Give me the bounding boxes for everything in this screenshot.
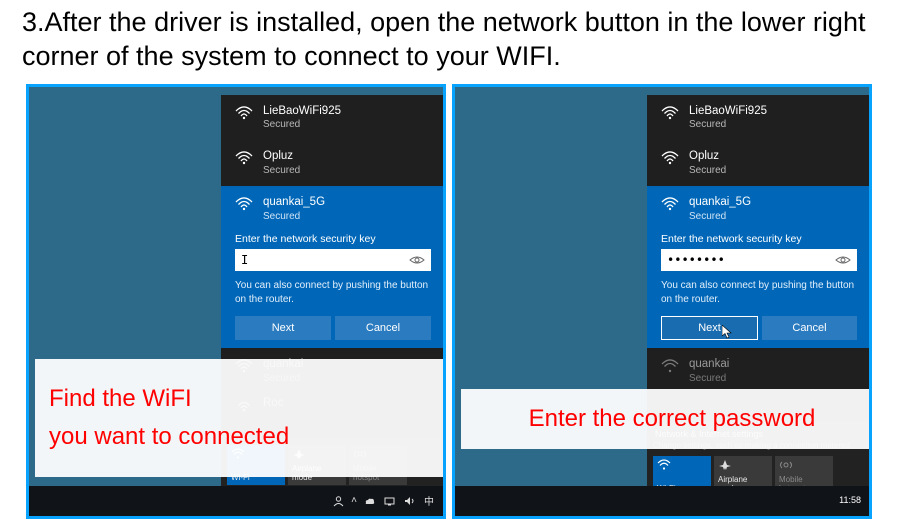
clock-time: 11:58 — [443, 491, 446, 501]
wifi-ssid: Opluz — [689, 149, 726, 164]
tray-ime-icon[interactable]: 中 — [423, 494, 437, 508]
caption-line2: you want to connected — [49, 418, 443, 455]
taskbar: 11:58 — [455, 486, 869, 516]
right-screenshot: LieBaoWiFi925 Secured Opluz Secured — [452, 84, 872, 519]
clock-date: 2019/5/17 — [443, 501, 446, 511]
tray-people-icon[interactable] — [331, 494, 345, 508]
taskbar: ˄ 中 11:58 2019/5/17 — [29, 486, 446, 516]
wifi-ssid: quankai_5G — [263, 195, 325, 210]
password-prompt: Enter the network security key — [235, 233, 431, 245]
wifi-ssid: Opluz — [263, 149, 300, 164]
wifi-entry-opluz[interactable]: Opluz Secured — [221, 140, 443, 186]
caption-overlay: Enter the correct password — [461, 389, 869, 449]
taskbar-clock[interactable]: 11:58 — [839, 496, 865, 506]
wifi-entry-opluz[interactable]: Opluz Secured — [647, 140, 869, 186]
wifi-entry-liebao[interactable]: LieBaoWiFi925 Secured — [647, 95, 869, 141]
next-button[interactable]: Next — [661, 316, 758, 340]
wifi-secured: Secured — [263, 118, 341, 131]
password-prompt: Enter the network security key — [661, 233, 857, 245]
wifi-secured: Secured — [689, 210, 751, 223]
wifi-ssid: quankai — [689, 357, 729, 372]
password-input[interactable]: •••••••• — [661, 249, 857, 271]
wifi-secured: Secured — [689, 372, 729, 385]
wifi-secured: Secured — [689, 118, 767, 131]
hotspot-icon — [779, 459, 829, 471]
caption-overlay: Find the WiFI you want to connected — [35, 359, 443, 477]
reveal-password-icon[interactable] — [835, 254, 851, 266]
cancel-button[interactable]: Cancel — [762, 316, 857, 340]
wifi-icon — [661, 359, 679, 373]
wifi-icon — [661, 197, 679, 211]
clock-time: 11:58 — [839, 496, 861, 506]
wifi-ssid: LieBaoWiFi925 — [263, 104, 341, 119]
wifi-icon — [661, 106, 679, 120]
wifi-secured: Secured — [263, 164, 300, 177]
wifi-ssid: quankai_5G — [689, 195, 751, 210]
wifi-entry-selected: quankai_5G Secured Enter the network sec… — [647, 186, 869, 348]
wifi-icon — [657, 459, 707, 471]
wifi-entry-quankai[interactable]: quankai Secured — [647, 348, 869, 394]
router-hint: You can also connect by pushing the butt… — [661, 279, 857, 306]
wifi-icon — [235, 151, 253, 165]
wifi-secured: Secured — [689, 164, 726, 177]
tray-overflow-icon[interactable]: ˄ — [351, 495, 357, 506]
password-value: •••••••• — [667, 253, 835, 267]
caption-line1: Find the WiFI — [49, 380, 443, 417]
instruction-text: 3.After the driver is installed, open th… — [0, 0, 900, 84]
wifi-icon — [235, 197, 253, 211]
wifi-ssid: LieBaoWiFi925 — [689, 104, 767, 119]
wifi-entry-liebao[interactable]: LieBaoWiFi925 Secured — [221, 95, 443, 141]
next-label: Next — [698, 322, 721, 334]
router-hint: You can also connect by pushing the butt… — [235, 279, 431, 306]
wifi-icon — [235, 106, 253, 120]
reveal-password-icon[interactable] — [409, 254, 425, 266]
airplane-icon — [718, 459, 768, 471]
tray-network-icon[interactable] — [383, 494, 397, 508]
wifi-secured: Secured — [263, 210, 325, 223]
password-input[interactable]: I — [235, 249, 431, 271]
tray-onedrive-icon[interactable] — [363, 494, 377, 508]
panels-row: LieBaoWiFi925 Secured Opluz Secured — [0, 84, 900, 519]
wifi-icon — [661, 151, 679, 165]
svg-text:中: 中 — [424, 495, 434, 507]
tray-volume-icon[interactable] — [403, 494, 417, 508]
next-button[interactable]: Next — [235, 316, 331, 340]
taskbar-clock[interactable]: 11:58 2019/5/17 — [443, 491, 446, 511]
left-screenshot: LieBaoWiFi925 Secured Opluz Secured — [26, 84, 446, 519]
cursor-icon — [722, 325, 732, 339]
wifi-entry-selected: quankai_5G Secured Enter the network sec… — [221, 186, 443, 348]
caption-line1: Enter the correct password — [475, 400, 869, 437]
cancel-button[interactable]: Cancel — [335, 316, 431, 340]
password-value: I — [241, 253, 409, 267]
